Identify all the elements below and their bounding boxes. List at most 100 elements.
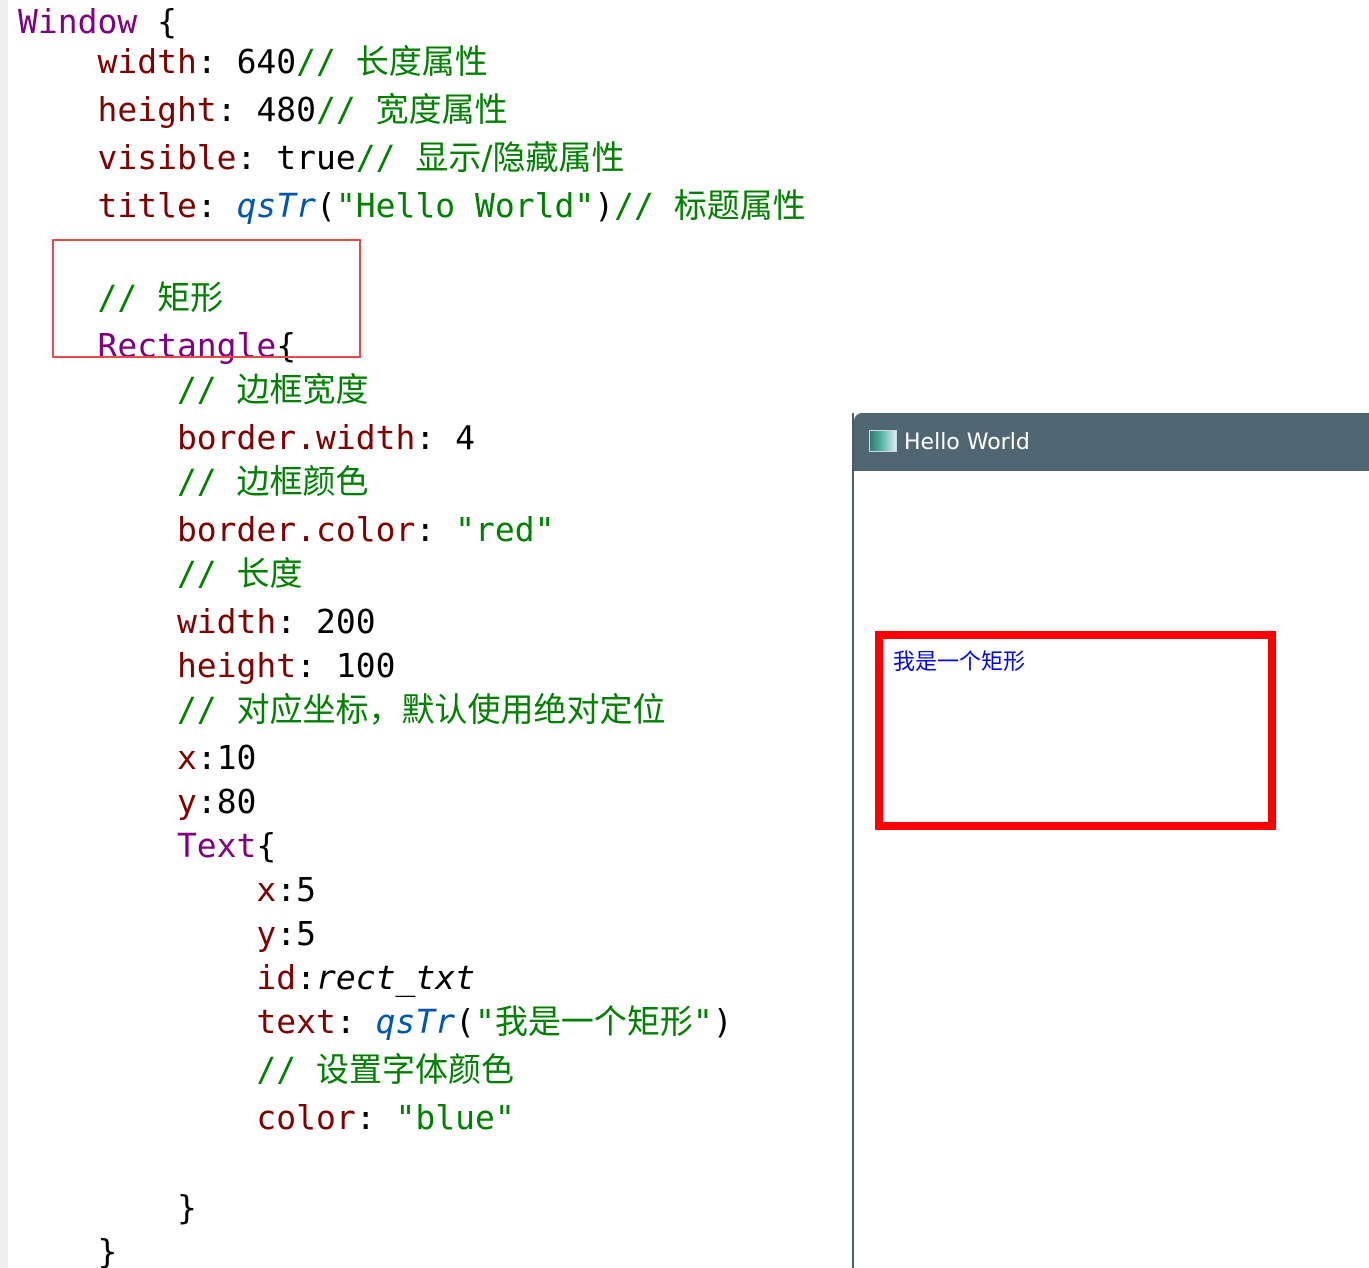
code-token: // — [18, 1050, 317, 1089]
app-icon — [869, 430, 897, 452]
code-line[interactable]: y:5 — [18, 912, 316, 956]
code-token: 480 — [256, 90, 317, 129]
code-token: ( — [316, 186, 336, 225]
code-line[interactable]: width: 640// 长度属性 — [18, 40, 488, 84]
code-token: 设置字体颜色 — [316, 1050, 515, 1089]
code-token: width — [18, 42, 197, 81]
code-line[interactable]: Text{ — [18, 824, 276, 868]
code-token: "我是一个矩形" — [475, 1002, 713, 1041]
code-token: } — [18, 1188, 197, 1227]
code-token: 10 — [216, 738, 257, 777]
code-line[interactable]: height: 100 — [18, 644, 396, 688]
code-token: y — [18, 914, 277, 953]
code-token: height — [18, 90, 217, 129]
code-line[interactable]: // 对应坐标，默认使用绝对定位 — [18, 688, 666, 732]
code-token: 80 — [216, 782, 257, 821]
code-line[interactable]: x:5 — [18, 868, 316, 912]
code-token: 100 — [335, 646, 396, 685]
code-token: Text — [18, 826, 257, 865]
code-token: true — [276, 138, 356, 177]
code-line[interactable]: width: 200 — [18, 600, 376, 644]
code-token: 长度 — [236, 554, 303, 593]
code-token: // — [18, 554, 237, 593]
code-line[interactable]: // 设置字体颜色 — [18, 1048, 514, 1092]
code-token: ) — [712, 1002, 733, 1041]
code-token: 200 — [316, 602, 376, 641]
code-token: 640 — [236, 42, 297, 81]
code-token: width — [18, 602, 277, 641]
code-line[interactable]: } — [18, 1230, 117, 1268]
code-line[interactable]: text: qsTr("我是一个矩形") — [18, 1000, 733, 1044]
code-token: 长度属性 — [355, 42, 488, 81]
code-token: ) — [594, 186, 615, 225]
code-token: : — [296, 646, 336, 685]
code-line[interactable]: Window { — [18, 0, 177, 44]
code-line[interactable]: visible: true// 显示/隐藏属性 — [18, 136, 624, 180]
code-token: x — [18, 738, 197, 777]
code-line[interactable]: id:rect_txt — [18, 956, 475, 1000]
code-token: : — [196, 42, 237, 81]
code-token: 标题属性 — [673, 186, 806, 225]
code-token: "Hello World" — [335, 186, 595, 225]
code-token: x — [18, 870, 277, 909]
code-token: : — [196, 738, 217, 777]
code-token: rect_txt — [316, 958, 475, 997]
code-token: : — [276, 602, 317, 641]
code-line[interactable]: border.width: 4 — [18, 416, 475, 460]
rectangle: 我是一个矩形 — [875, 631, 1276, 830]
code-token: "blue" — [395, 1098, 515, 1137]
code-token: 5 — [296, 914, 317, 953]
app-window[interactable]: Hello World 我是一个矩形 — [852, 413, 1369, 1268]
code-token: : — [355, 1098, 396, 1137]
code-line[interactable]: // 边框颜色 — [18, 460, 369, 504]
code-token: // — [614, 186, 674, 225]
code-token: : — [415, 510, 456, 549]
code-token: ( — [455, 1002, 475, 1041]
code-line[interactable]: // 边框宽度 — [18, 368, 369, 412]
code-token: // — [316, 90, 376, 129]
code-token: border.width — [18, 418, 416, 457]
code-token: title — [18, 186, 197, 225]
code-line[interactable]: x:10 — [18, 736, 257, 780]
code-token: : — [415, 418, 456, 457]
code-token: height — [18, 646, 297, 685]
code-token: Window — [18, 2, 138, 41]
code-token: // — [18, 690, 237, 729]
code-token: // — [18, 370, 237, 409]
code-token: : — [236, 138, 277, 177]
code-token: border.color — [18, 510, 416, 549]
code-line[interactable]: // 长度 — [18, 552, 303, 596]
code-token: : — [196, 782, 217, 821]
code-token: { — [137, 2, 177, 41]
code-line[interactable]: border.color: "red" — [18, 508, 555, 552]
code-line[interactable]: y:80 — [18, 780, 257, 824]
code-line[interactable]: color: "blue" — [18, 1096, 515, 1140]
code-token: // — [18, 462, 237, 501]
code-token: 宽度属性 — [375, 90, 508, 129]
code-token: : — [276, 914, 297, 953]
code-token: 5 — [296, 870, 317, 909]
code-token: : — [196, 186, 237, 225]
code-line[interactable]: title: qsTr("Hello World")// 标题属性 — [18, 184, 806, 228]
code-token: qsTr — [375, 1002, 456, 1041]
code-token: id — [18, 958, 297, 997]
code-token: // — [355, 138, 416, 177]
code-token: color — [18, 1098, 356, 1137]
code-line[interactable]: } — [18, 1186, 197, 1230]
window-titlebar[interactable]: Hello World — [854, 413, 1369, 471]
code-token: y — [18, 782, 197, 821]
code-token: { — [256, 826, 277, 865]
editor-gutter — [0, 0, 8, 1268]
annotation-highlight-box — [52, 239, 361, 358]
code-token: qsTr — [236, 186, 317, 225]
code-token: : — [296, 958, 317, 997]
code-token: "red" — [455, 510, 555, 549]
code-line[interactable]: height: 480// 宽度属性 — [18, 88, 508, 132]
window-title: Hello World — [904, 430, 1030, 455]
code-token: // — [296, 42, 356, 81]
code-token: } — [18, 1232, 118, 1268]
code-token: text — [18, 1002, 336, 1041]
code-token: : — [335, 1002, 376, 1041]
code-token: 边框颜色 — [236, 462, 369, 501]
code-token: visible — [18, 138, 237, 177]
